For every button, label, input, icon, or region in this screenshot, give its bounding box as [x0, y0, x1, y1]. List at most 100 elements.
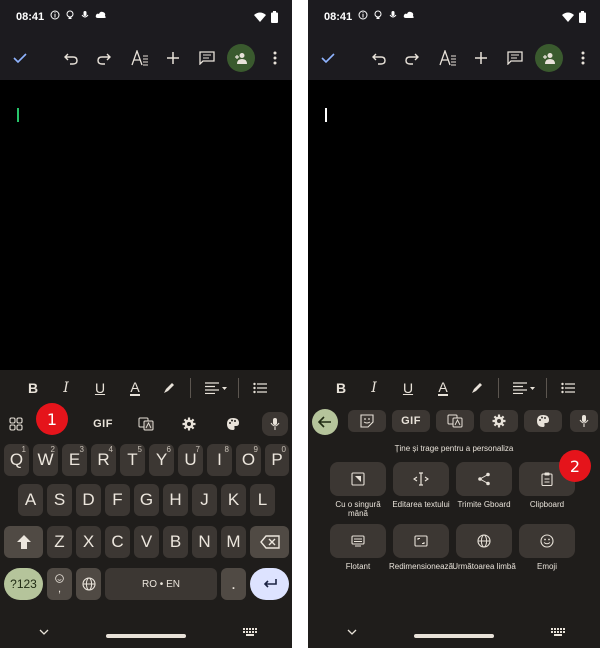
undo-button[interactable]: [367, 46, 391, 70]
italic-button[interactable]: I: [363, 378, 385, 398]
document-area[interactable]: [0, 80, 292, 370]
space-key[interactable]: RO • EN: [105, 568, 217, 600]
comment-button[interactable]: [503, 46, 527, 70]
next-language-tile[interactable]: [456, 524, 512, 558]
done-button[interactable]: [8, 46, 32, 70]
apps-menu-button[interactable]: [4, 412, 28, 436]
key-l[interactable]: L: [250, 484, 275, 516]
bold-button[interactable]: B: [330, 378, 352, 398]
undo-button[interactable]: [59, 46, 83, 70]
emoji-comma-key[interactable]: ,: [47, 568, 72, 600]
comment-button[interactable]: [195, 46, 219, 70]
key-v[interactable]: V: [134, 526, 159, 558]
share-button[interactable]: [535, 44, 563, 72]
settings-button[interactable]: [480, 410, 518, 432]
text-color-button[interactable]: A: [124, 378, 146, 398]
share-button[interactable]: [227, 44, 255, 72]
one-handed-mode-tile[interactable]: [330, 462, 386, 496]
share-gboard-tile[interactable]: [456, 462, 512, 496]
language-key[interactable]: [76, 568, 101, 600]
translate-button[interactable]: [436, 410, 474, 432]
key-t[interactable]: T5: [120, 444, 145, 476]
voice-input-button[interactable]: [262, 412, 288, 436]
mic-status-icon: [389, 11, 397, 18]
text-format-button[interactable]: [436, 46, 460, 70]
hide-keyboard-button[interactable]: [340, 623, 364, 641]
tile-label: Flotant: [345, 562, 371, 571]
format-divider: [238, 378, 239, 398]
text-color-button[interactable]: A: [432, 378, 454, 398]
symbols-key[interactable]: ?123: [4, 568, 43, 600]
key-b[interactable]: B: [163, 526, 188, 558]
key-label: A: [24, 490, 37, 509]
key-d[interactable]: D: [76, 484, 101, 516]
key-j[interactable]: J: [192, 484, 217, 516]
key-i[interactable]: I8: [207, 444, 232, 476]
list-button[interactable]: [249, 378, 271, 398]
key-n[interactable]: N: [192, 526, 217, 558]
battery-icon: [271, 11, 278, 23]
keyboard-switch-button[interactable]: [238, 623, 262, 641]
floating-keyboard-tile[interactable]: [330, 524, 386, 558]
gif-button[interactable]: GIF: [90, 412, 116, 436]
document-area[interactable]: [308, 80, 600, 370]
more-options-button[interactable]: [571, 46, 595, 70]
backspace-key[interactable]: [250, 526, 289, 558]
more-options-button[interactable]: [263, 46, 287, 70]
home-gesture-pill[interactable]: [106, 634, 186, 638]
key-p[interactable]: P0: [265, 444, 289, 476]
resize-tile[interactable]: [393, 524, 449, 558]
sticker-button[interactable]: [348, 410, 386, 432]
text-editing-tile[interactable]: [393, 462, 449, 496]
text-format-button[interactable]: [128, 46, 152, 70]
key-k[interactable]: K: [221, 484, 246, 516]
gif-button[interactable]: GIF: [392, 410, 430, 432]
gif-label: GIF: [401, 415, 421, 427]
key-c[interactable]: C: [105, 526, 130, 558]
theme-button[interactable]: [524, 410, 562, 432]
key-u[interactable]: U7: [178, 444, 203, 476]
key-x[interactable]: X: [76, 526, 101, 558]
home-gesture-pill[interactable]: [414, 634, 494, 638]
key-w[interactable]: W2: [33, 444, 58, 476]
key-o[interactable]: O9: [236, 444, 261, 476]
highlight-button[interactable]: [466, 378, 488, 398]
key-h[interactable]: H: [163, 484, 188, 516]
back-button[interactable]: [312, 409, 338, 435]
align-button[interactable]: [510, 378, 538, 398]
insert-button[interactable]: [469, 46, 493, 70]
key-q[interactable]: Q1: [4, 444, 29, 476]
hide-keyboard-button[interactable]: [32, 623, 56, 641]
italic-button[interactable]: I: [55, 378, 77, 398]
key-z[interactable]: Z: [47, 526, 72, 558]
redo-button[interactable]: [92, 46, 116, 70]
settings-button[interactable]: [177, 412, 201, 436]
done-button[interactable]: [316, 46, 340, 70]
key-r[interactable]: R4: [91, 444, 116, 476]
highlight-button[interactable]: [158, 378, 180, 398]
keyboard-switch-button[interactable]: [546, 623, 570, 641]
translate-button[interactable]: [134, 412, 158, 436]
underline-button[interactable]: U: [89, 378, 111, 398]
enter-key[interactable]: [250, 568, 289, 600]
theme-button[interactable]: [221, 412, 245, 436]
key-m[interactable]: M: [221, 526, 246, 558]
key-e[interactable]: E3: [62, 444, 87, 476]
key-g[interactable]: G: [134, 484, 159, 516]
key-f[interactable]: F: [105, 484, 130, 516]
shift-key[interactable]: [4, 526, 43, 558]
insert-button[interactable]: [161, 46, 185, 70]
key-a[interactable]: A: [18, 484, 43, 516]
align-button[interactable]: [202, 378, 230, 398]
backspace-icon: [259, 535, 280, 549]
bold-button[interactable]: B: [22, 378, 44, 398]
voice-input-button[interactable]: [570, 410, 598, 432]
list-button[interactable]: [557, 378, 579, 398]
key-s[interactable]: S: [47, 484, 72, 516]
underline-button[interactable]: U: [397, 378, 419, 398]
key-label: J: [200, 490, 209, 509]
period-key[interactable]: .: [221, 568, 246, 600]
key-y[interactable]: Y6: [149, 444, 174, 476]
redo-button[interactable]: [400, 46, 424, 70]
emoji-tile[interactable]: [519, 524, 575, 558]
